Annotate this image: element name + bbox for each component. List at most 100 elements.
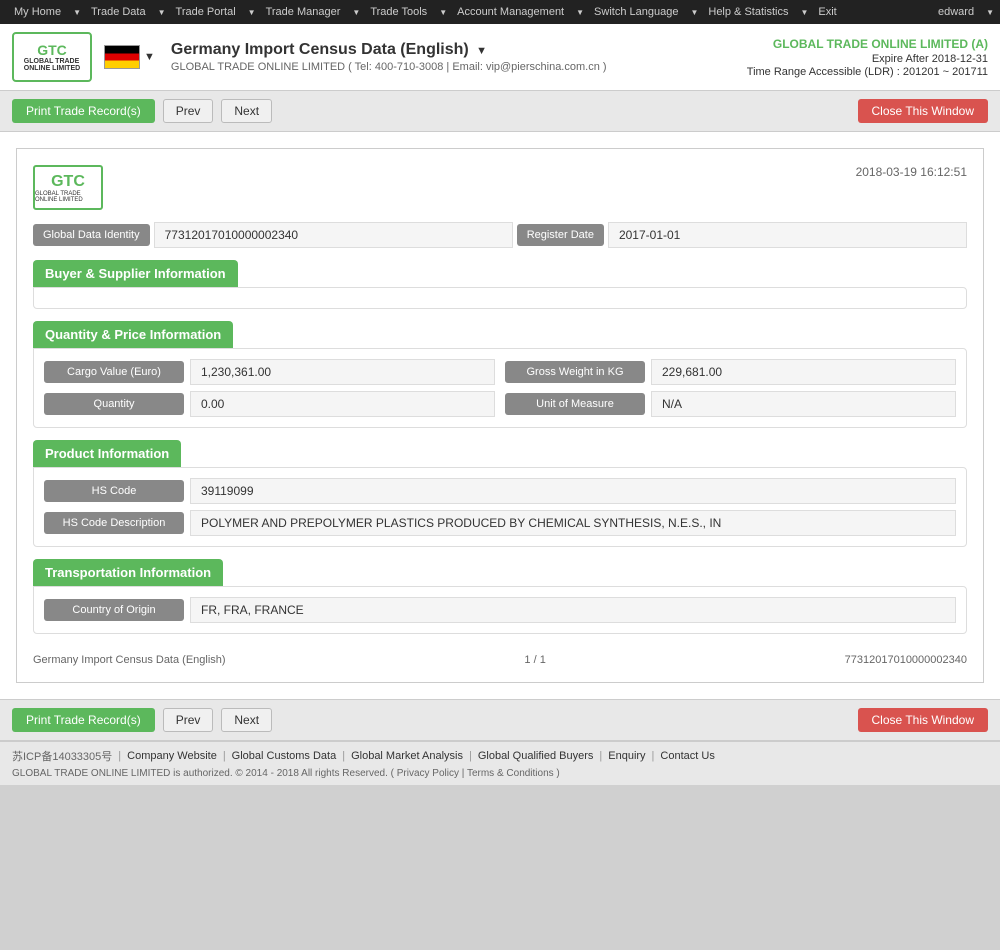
print-button-bottom[interactable]: Print Trade Record(s) <box>12 708 155 732</box>
page-title-text: Germany Import Census Data (English) <box>171 41 469 58</box>
gross-weight-col: Gross Weight in KG 229,681.00 <box>505 359 956 385</box>
qp-row-1: Cargo Value (Euro) 1,230,361.00 Gross We… <box>44 359 956 385</box>
header-right: GLOBAL TRADE ONLINE LIMITED (A) Expire A… <box>747 37 988 78</box>
top-navigation: My Home ▼ Trade Data ▼ Trade Portal ▼ Tr… <box>0 0 1000 24</box>
prev-button-top[interactable]: Prev <box>163 99 214 123</box>
page-title-dropdown[interactable]: ▼ <box>476 45 487 57</box>
transportation-body: Country of Origin FR, FRA, FRANCE <box>34 587 966 633</box>
country-origin-label: Country of Origin <box>44 599 184 621</box>
record-card: GTC GLOBAL TRADE ONLINE LIMITED 2018-03-… <box>16 148 984 683</box>
footer-qualified-buyers[interactable]: Global Qualified Buyers <box>478 750 594 762</box>
nav-trade-manager[interactable]: Trade Manager <box>258 0 349 24</box>
print-button-top[interactable]: Print Trade Record(s) <box>12 99 155 123</box>
record-logo-sub: GLOBAL TRADE ONLINE LIMITED <box>35 191 101 203</box>
trade-data-arrow: ▼ <box>158 8 166 17</box>
nav-account-mgmt[interactable]: Account Management <box>449 0 572 24</box>
bottom-action-bar: Print Trade Record(s) Prev Next Close Th… <box>0 699 1000 741</box>
footer-sep-5: | <box>652 750 655 762</box>
nav-trade-tools[interactable]: Trade Tools <box>362 0 435 24</box>
trade-manager-arrow: ▼ <box>352 8 360 17</box>
expire-info: Expire After 2018-12-31 <box>747 53 988 65</box>
prev-button-bottom[interactable]: Prev <box>163 708 214 732</box>
country-origin-value: FR, FRA, FRANCE <box>190 597 956 623</box>
transportation-section: Transportation Information Country of Or… <box>33 559 967 634</box>
company-name-link[interactable]: GLOBAL TRADE ONLINE LIMITED (A) <box>747 37 988 51</box>
trade-portal-arrow: ▼ <box>248 8 256 17</box>
switch-lang-arrow: ▼ <box>690 8 698 17</box>
nav-help-stats[interactable]: Help & Statistics <box>700 0 796 24</box>
record-logo-gto: GTC <box>51 173 85 191</box>
quantity-price-section: Quantity & Price Information Cargo Value… <box>33 321 967 428</box>
close-button-top[interactable]: Close This Window <box>858 99 988 123</box>
buyer-supplier-header: Buyer & Supplier Information <box>33 260 238 287</box>
gross-weight-label: Gross Weight in KG <box>505 361 645 383</box>
account-mgmt-arrow: ▼ <box>576 8 584 17</box>
global-data-identity-label: Global Data Identity <box>33 224 150 246</box>
product-container: HS Code 39119099 HS Code Description POL… <box>33 467 967 547</box>
hs-code-desc-row: HS Code Description POLYMER AND PREPOLYM… <box>44 510 956 536</box>
hs-code-label: HS Code <box>44 480 184 502</box>
next-button-top[interactable]: Next <box>221 99 272 123</box>
logo-sub-text: GLOBAL TRADEONLINE LIMITED <box>24 58 80 72</box>
footer-enquiry[interactable]: Enquiry <box>608 750 645 762</box>
nav-exit[interactable]: Exit <box>810 0 844 24</box>
record-footer-page: 1 / 1 <box>524 654 545 666</box>
unit-measure-value: N/A <box>651 391 956 417</box>
identity-row: Global Data Identity 7731201701000000234… <box>33 222 967 248</box>
footer-sep-2: | <box>342 750 345 762</box>
footer-contact-us[interactable]: Contact Us <box>660 750 714 762</box>
hs-code-row: HS Code 39119099 <box>44 478 956 504</box>
unit-measure-col: Unit of Measure N/A <box>505 391 956 417</box>
page-title-area: Germany Import Census Data (English) ▼ G… <box>171 41 607 73</box>
record-timestamp: 2018-03-19 16:12:51 <box>856 165 967 179</box>
flag-dropdown[interactable]: ▼ <box>144 51 155 63</box>
main-content: GTC GLOBAL TRADE ONLINE LIMITED 2018-03-… <box>0 132 1000 699</box>
footer-copyright: GLOBAL TRADE ONLINE LIMITED is authorize… <box>12 768 988 779</box>
footer-sep-1: | <box>223 750 226 762</box>
page-title: Germany Import Census Data (English) ▼ <box>171 41 607 59</box>
page-footer: 苏ICP备14033305号 | Company Website | Globa… <box>0 741 1000 785</box>
nav-my-home[interactable]: My Home <box>6 0 69 24</box>
close-button-bottom[interactable]: Close This Window <box>858 708 988 732</box>
logo-main-text: GTC <box>37 42 67 58</box>
unit-measure-label: Unit of Measure <box>505 393 645 415</box>
record-logo-box: GTC GLOBAL TRADE ONLINE LIMITED <box>33 165 103 210</box>
cargo-value-value: 1,230,361.00 <box>190 359 495 385</box>
buyer-supplier-section: Buyer & Supplier Information <box>33 260 967 309</box>
product-body: HS Code 39119099 HS Code Description POL… <box>34 468 966 546</box>
footer-customs-data[interactable]: Global Customs Data <box>232 750 337 762</box>
country-origin-row: Country of Origin FR, FRA, FRANCE <box>44 597 956 623</box>
help-stats-arrow: ▼ <box>800 8 808 17</box>
user-arrow: ▼ <box>986 8 994 17</box>
register-date-value: 2017-01-01 <box>608 222 967 248</box>
footer-sep-0: | <box>118 750 121 762</box>
next-button-bottom[interactable]: Next <box>221 708 272 732</box>
record-footer: Germany Import Census Data (English) 1 /… <box>33 646 967 666</box>
footer-sep-4: | <box>599 750 602 762</box>
germany-flag <box>104 45 140 69</box>
quantity-label: Quantity <box>44 393 184 415</box>
footer-links: 苏ICP备14033305号 | Company Website | Globa… <box>12 748 988 764</box>
my-home-arrow: ▼ <box>73 8 81 17</box>
footer-company-website[interactable]: Company Website <box>127 750 217 762</box>
cargo-value-label: Cargo Value (Euro) <box>44 361 184 383</box>
register-date-label: Register Date <box>517 224 604 246</box>
record-footer-title: Germany Import Census Data (English) <box>33 654 226 666</box>
product-header: Product Information <box>33 440 181 467</box>
quantity-price-header: Quantity & Price Information <box>33 321 233 348</box>
icp-badge-inline: 苏ICP备14033305号 <box>12 748 112 764</box>
time-range: Time Range Accessible (LDR) : 201201 ~ 2… <box>747 66 988 78</box>
transportation-container: Country of Origin FR, FRA, FRANCE <box>33 586 967 634</box>
gross-weight-value: 229,681.00 <box>651 359 956 385</box>
buyer-supplier-container <box>33 287 967 309</box>
record-footer-id: 77312017010000002340 <box>845 654 967 666</box>
cargo-value-col: Cargo Value (Euro) 1,230,361.00 <box>44 359 495 385</box>
nav-switch-lang[interactable]: Switch Language <box>586 0 686 24</box>
footer-market-analysis[interactable]: Global Market Analysis <box>351 750 463 762</box>
logo-area: GTC GLOBAL TRADEONLINE LIMITED <box>12 32 92 82</box>
quantity-price-body: Cargo Value (Euro) 1,230,361.00 Gross We… <box>34 349 966 427</box>
nav-trade-data[interactable]: Trade Data <box>83 0 154 24</box>
record-logo: GTC GLOBAL TRADE ONLINE LIMITED <box>33 165 103 210</box>
nav-trade-portal[interactable]: Trade Portal <box>168 0 244 24</box>
flag-area: ▼ <box>104 45 155 69</box>
